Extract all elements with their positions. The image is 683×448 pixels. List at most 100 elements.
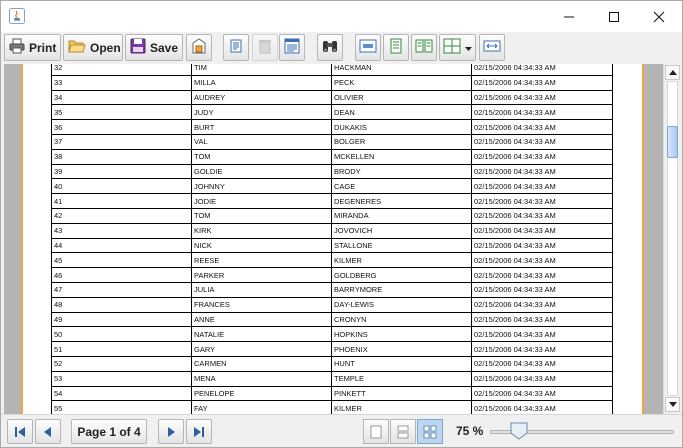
single-page-view-button[interactable] xyxy=(363,419,389,444)
first-name-cell: PARKER xyxy=(191,267,332,283)
export-button[interactable] xyxy=(186,34,212,61)
first-name-cell: GOLDIE xyxy=(191,163,332,180)
last-update-cell: 02/15/2006 04:34:33 AM xyxy=(471,89,613,106)
last-name-cell: BRODY xyxy=(331,163,472,180)
save-button[interactable]: Save xyxy=(125,34,183,61)
page-actual-size-icon xyxy=(359,38,377,57)
table-row: 48 FRANCES DAY-LEWIS 02/15/2006 04:34:33 AM xyxy=(51,296,613,313)
scroll-up-button[interactable] xyxy=(665,65,680,80)
last-update-cell: 02/15/2006 04:34:33 AM xyxy=(471,252,613,269)
row-number-cell: 49 xyxy=(51,311,192,328)
last-name-cell: DAY-LEWIS xyxy=(331,296,472,313)
last-name-cell: MCKELLEN xyxy=(331,148,472,165)
last-name-cell: HUNT xyxy=(331,355,472,372)
copy-button[interactable] xyxy=(223,34,249,61)
export-icon xyxy=(190,37,208,58)
folder-open-icon xyxy=(68,38,86,57)
minimize-icon xyxy=(564,16,574,17)
print-button[interactable]: Print xyxy=(4,34,61,61)
first-name-cell: MILLA xyxy=(191,74,332,91)
page-layout-dropdown[interactable] xyxy=(439,34,476,61)
fit-window-button[interactable] xyxy=(479,34,505,61)
last-update-cell: 02/15/2006 04:34:33 AM xyxy=(471,400,613,414)
last-name-cell: DEAN xyxy=(331,104,472,121)
first-name-cell: REESE xyxy=(191,252,332,269)
first-name-cell: VAL xyxy=(191,133,332,150)
last-name-cell: HOPKINS xyxy=(331,326,472,343)
row-number-cell: 51 xyxy=(51,341,192,357)
first-name-cell: JODIE xyxy=(191,193,332,209)
toolbar: Print Open Save xyxy=(1,32,682,64)
first-name-cell: FRANCES xyxy=(191,296,332,313)
table-row: 44 NICK STALLONE 02/15/2006 04:34:33 AM xyxy=(51,237,613,254)
row-number-cell: 45 xyxy=(51,252,192,269)
first-name-cell: JUDY xyxy=(191,104,332,121)
actual-size-button[interactable] xyxy=(355,34,381,61)
last-update-cell: 02/15/2006 04:34:33 AM xyxy=(471,207,613,224)
last-update-cell: 02/15/2006 04:34:33 AM xyxy=(471,178,613,195)
table-row: 46 PARKER GOLDBERG 02/15/2006 04:34:33 AM xyxy=(51,267,613,283)
last-name-cell: GOLDBERG xyxy=(331,267,472,283)
close-button[interactable] xyxy=(636,1,682,32)
row-number-cell: 47 xyxy=(51,281,192,298)
last-name-cell: KILMER xyxy=(331,252,472,269)
last-page-button[interactable] xyxy=(186,419,212,444)
first-name-cell: FAY xyxy=(191,400,332,414)
multi-page-icon xyxy=(443,38,461,57)
report-page: 32 TIM HACKMAN 02/15/2006 04:34:33 AM 33 MILL… xyxy=(21,64,644,414)
first-name-cell: NICK xyxy=(191,237,332,254)
row-number-cell: 38 xyxy=(51,148,192,165)
first-name-cell: CARMEN xyxy=(191,355,332,372)
row-number-cell: 55 xyxy=(51,400,192,414)
table-row: 37 VAL BOLGER 02/15/2006 04:34:33 AM xyxy=(51,133,613,150)
table-row: 35 JUDY DEAN 02/15/2006 04:34:33 AM xyxy=(51,104,613,121)
table-row: 53 MENA TEMPLE 02/15/2006 04:34:33 AM xyxy=(51,370,613,387)
facing-pages-view-button[interactable] xyxy=(417,419,443,444)
open-button[interactable]: Open xyxy=(63,34,123,61)
minimize-button[interactable] xyxy=(546,1,592,32)
last-update-cell: 02/15/2006 04:34:33 AM xyxy=(471,326,613,343)
last-update-cell: 02/15/2006 04:34:33 AM xyxy=(471,355,613,372)
zoom-slider-thumb[interactable] xyxy=(509,422,529,440)
first-name-cell: ANNE xyxy=(191,311,332,328)
row-number-cell: 48 xyxy=(51,296,192,313)
delete-button[interactable] xyxy=(252,34,278,61)
last-update-cell: 02/15/2006 04:34:33 AM xyxy=(471,267,613,283)
binoculars-icon xyxy=(321,38,339,57)
row-number-cell: 54 xyxy=(51,385,192,402)
java-app-icon xyxy=(9,8,25,24)
next-page-button[interactable] xyxy=(158,419,184,444)
last-name-cell: DUKAKIS xyxy=(331,119,472,135)
report-viewer-window: Print Open Save 32 TIM HACKMAN 02/15/200… xyxy=(0,0,683,448)
last-name-cell: KILMER xyxy=(331,400,472,414)
vertical-scrollbar[interactable] xyxy=(663,64,681,414)
last-update-cell: 02/15/2006 04:34:33 AM xyxy=(471,104,613,121)
properties-button[interactable] xyxy=(279,34,305,61)
fit-width-button[interactable] xyxy=(411,34,437,61)
scroll-down-button[interactable] xyxy=(665,397,680,412)
table-row: 32 TIM HACKMAN 02/15/2006 04:34:33 AM xyxy=(51,64,613,76)
continuous-view-button[interactable] xyxy=(390,419,416,444)
close-icon xyxy=(653,11,665,22)
find-button[interactable] xyxy=(317,34,343,61)
table-row: 52 CARMEN HUNT 02/15/2006 04:34:33 AM xyxy=(51,355,613,372)
fit-page-button[interactable] xyxy=(383,34,409,61)
scroll-thumb[interactable] xyxy=(667,126,678,158)
first-name-cell: JULIA xyxy=(191,281,332,298)
last-update-cell: 02/15/2006 04:34:33 AM xyxy=(471,133,613,150)
maximize-icon xyxy=(609,11,619,22)
table-row: 40 JOHNNY CAGE 02/15/2006 04:34:33 AM xyxy=(51,178,613,195)
maximize-button[interactable] xyxy=(591,1,637,32)
first-name-cell: GARY xyxy=(191,341,332,357)
previous-page-icon xyxy=(44,426,51,437)
previous-page-button[interactable] xyxy=(35,419,61,444)
first-page-button[interactable] xyxy=(7,419,33,444)
row-number-cell: 36 xyxy=(51,119,192,135)
last-update-cell: 02/15/2006 04:34:33 AM xyxy=(471,385,613,402)
document-list-icon xyxy=(283,37,301,58)
last-name-cell: CAGE xyxy=(331,178,472,195)
report-viewport[interactable]: 32 TIM HACKMAN 02/15/2006 04:34:33 AM 33 MILL… xyxy=(4,64,663,414)
last-update-cell: 02/15/2006 04:34:33 AM xyxy=(471,311,613,328)
page-width-icon xyxy=(415,38,433,57)
row-number-cell: 44 xyxy=(51,237,192,254)
